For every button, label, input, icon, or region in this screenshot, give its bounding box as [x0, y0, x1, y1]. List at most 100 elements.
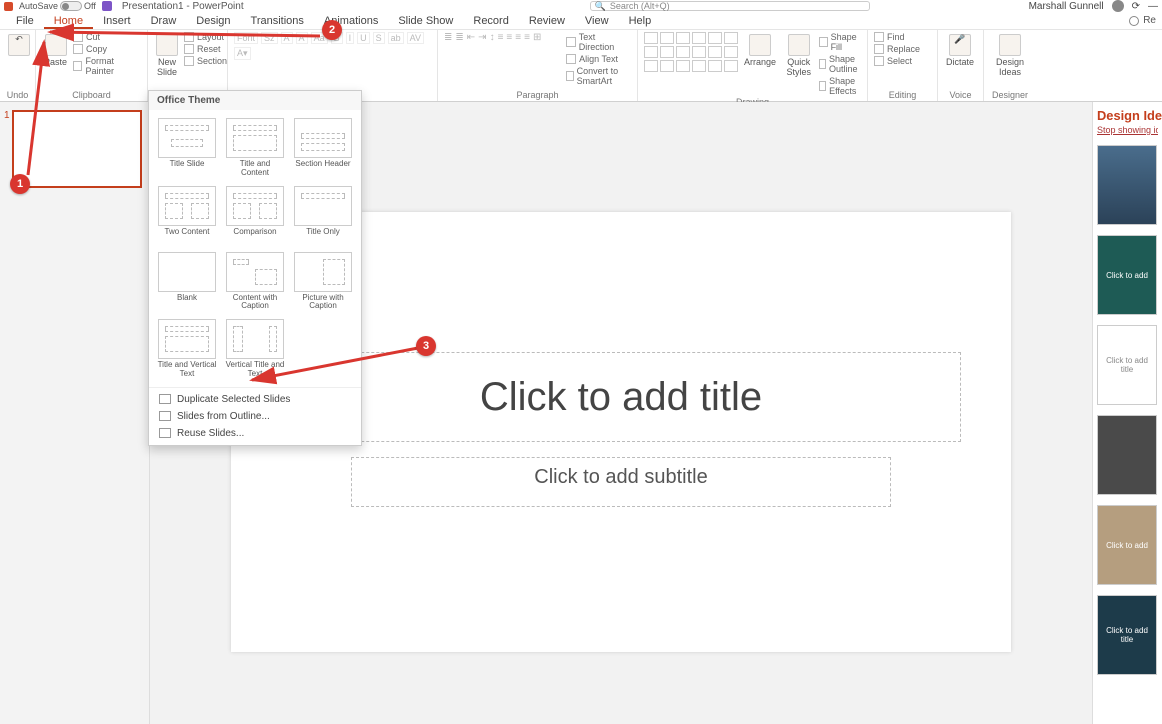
design-idea-3[interactable]: Click to add title	[1097, 325, 1157, 405]
text-direction-button[interactable]: Text Direction	[566, 32, 631, 52]
cut-icon	[73, 32, 83, 42]
layout-content-caption[interactable]: Content with Caption	[223, 250, 287, 314]
sync-icon[interactable]: ⟳	[1132, 1, 1140, 12]
menu-bar: File Home Insert Draw Design Transitions…	[0, 12, 1162, 30]
menu-file[interactable]: File	[6, 13, 44, 29]
autosave-pill[interactable]	[60, 1, 82, 11]
menu-insert[interactable]: Insert	[93, 13, 141, 29]
menu-slideshow[interactable]: Slide Show	[388, 13, 463, 29]
section-button[interactable]: Section	[184, 56, 227, 66]
slide-thumbnails-panel[interactable]: 1	[0, 102, 150, 724]
design-idea-4[interactable]	[1097, 415, 1157, 495]
select-button[interactable]: Select	[874, 56, 920, 66]
copy-button[interactable]: Copy	[73, 44, 141, 54]
thumbnail-preview[interactable]	[12, 110, 142, 188]
clipboard-group-label: Clipboard	[42, 89, 141, 100]
paste-label: Paste	[44, 58, 67, 68]
format-painter-button[interactable]: Format Painter	[73, 56, 141, 76]
reopen-icon[interactable]	[1129, 16, 1139, 26]
menu-home[interactable]: Home	[44, 13, 93, 29]
user-name[interactable]: Marshall Gunnell	[1029, 1, 1104, 12]
subtitle-placeholder[interactable]: Click to add subtitle	[351, 457, 891, 507]
menu-draw[interactable]: Draw	[141, 13, 187, 29]
title-placeholder[interactable]: Click to add title	[281, 352, 961, 442]
layout-title-vertical-text[interactable]: Title and Vertical Text	[155, 317, 219, 381]
convert-smartart-button[interactable]: Convert to SmartArt	[566, 66, 631, 86]
autosave-label: AutoSave	[19, 1, 58, 11]
outline-icon	[159, 411, 171, 421]
menu-design[interactable]: Design	[186, 13, 240, 29]
layout-picture-caption[interactable]: Picture with Caption	[291, 250, 355, 314]
align-text-icon	[566, 54, 576, 64]
layout-title-content[interactable]: Title and Content	[223, 116, 287, 180]
menu-view[interactable]: View	[575, 13, 619, 29]
arrange-button[interactable]: Arrange	[742, 32, 778, 70]
user-avatar-icon[interactable]	[1112, 0, 1124, 12]
design-idea-5[interactable]: Click to add	[1097, 505, 1157, 585]
reset-icon	[184, 44, 194, 54]
paste-button[interactable]: Paste	[42, 32, 69, 70]
reuse-icon	[159, 428, 171, 438]
undo-button[interactable]: ↶	[6, 32, 32, 58]
reset-button[interactable]: Reset	[184, 44, 227, 54]
layout-two-content[interactable]: Two Content	[155, 184, 219, 246]
slide-number: 1	[4, 110, 10, 121]
dictate-icon: 🎤	[949, 34, 971, 56]
align-text-button[interactable]: Align Text	[566, 54, 631, 64]
design-idea-6[interactable]: Click to add title	[1097, 595, 1157, 675]
layout-button[interactable]: Layout	[184, 32, 227, 42]
duplicate-icon	[159, 394, 171, 404]
autosave-state: Off	[84, 1, 96, 11]
reopen-label[interactable]: Re	[1143, 15, 1156, 26]
editing-group-label: Editing	[874, 89, 931, 100]
save-icon[interactable]	[102, 1, 112, 11]
reuse-slides-item[interactable]: Reuse Slides...	[149, 425, 361, 442]
document-title: Presentation1 - PowerPoint	[122, 1, 244, 12]
duplicate-slides-item[interactable]: Duplicate Selected Slides	[149, 391, 361, 408]
shapes-gallery[interactable]	[644, 32, 738, 72]
new-slide-button[interactable]: New Slide	[154, 32, 180, 80]
undo-icon: ↶	[8, 34, 30, 56]
layout-title-slide[interactable]: Title Slide	[155, 116, 219, 180]
layout-comparison[interactable]: Comparison	[223, 184, 287, 246]
voice-group-label: Voice	[944, 89, 977, 100]
shape-effects-button[interactable]: Shape Effects	[819, 76, 861, 96]
layout-dropdown[interactable]: Office Theme Title Slide Title and Conte…	[148, 90, 362, 446]
layout-vertical-title-text[interactable]: Vertical Title and Text	[223, 317, 287, 381]
layout-blank[interactable]: Blank	[155, 250, 219, 314]
search-icon: 🔍	[595, 1, 606, 12]
menu-transitions[interactable]: Transitions	[241, 13, 314, 29]
title-bar: AutoSave Off Presentation1 - PowerPoint …	[0, 0, 1162, 12]
layout-section-header[interactable]: Section Header	[291, 116, 355, 180]
autosave-toggle[interactable]: AutoSave Off	[19, 1, 96, 11]
search-placeholder: Search (Alt+Q)	[610, 1, 670, 11]
stop-showing-link[interactable]: Stop showing ideas for	[1097, 125, 1158, 135]
dictate-button[interactable]: 🎤Dictate	[944, 32, 976, 70]
menu-help[interactable]: Help	[619, 13, 662, 29]
cut-button[interactable]: Cut	[73, 32, 141, 42]
shape-outline-button[interactable]: Shape Outline	[819, 54, 861, 74]
new-slide-label: New Slide	[156, 58, 178, 78]
menu-record[interactable]: Record	[463, 13, 518, 29]
search-box[interactable]: 🔍 Search (Alt+Q)	[590, 1, 870, 11]
replace-button[interactable]: Replace	[874, 44, 920, 54]
design-ideas-icon	[999, 34, 1021, 56]
design-idea-1[interactable]	[1097, 145, 1157, 225]
shape-fill-icon	[819, 37, 827, 47]
annotation-badge-3: 3	[416, 336, 436, 356]
replace-icon	[874, 44, 884, 54]
minimize-icon[interactable]: —	[1148, 1, 1158, 12]
design-idea-2[interactable]: Click to add	[1097, 235, 1157, 315]
find-button[interactable]: Find	[874, 32, 920, 42]
designer-group-label: Designer	[990, 89, 1030, 100]
layout-title-only[interactable]: Title Only	[291, 184, 355, 246]
design-pane-header: Design Ideas	[1097, 108, 1158, 123]
paragraph-group-label: Paragraph	[444, 89, 631, 100]
shape-fill-button[interactable]: Shape Fill	[819, 32, 861, 52]
new-slide-icon	[156, 34, 178, 56]
design-ideas-button[interactable]: Design Ideas	[990, 32, 1030, 80]
arrange-icon	[749, 34, 771, 56]
menu-review[interactable]: Review	[519, 13, 575, 29]
slides-from-outline-item[interactable]: Slides from Outline...	[149, 408, 361, 425]
quick-styles-button[interactable]: Quick Styles	[782, 32, 815, 80]
